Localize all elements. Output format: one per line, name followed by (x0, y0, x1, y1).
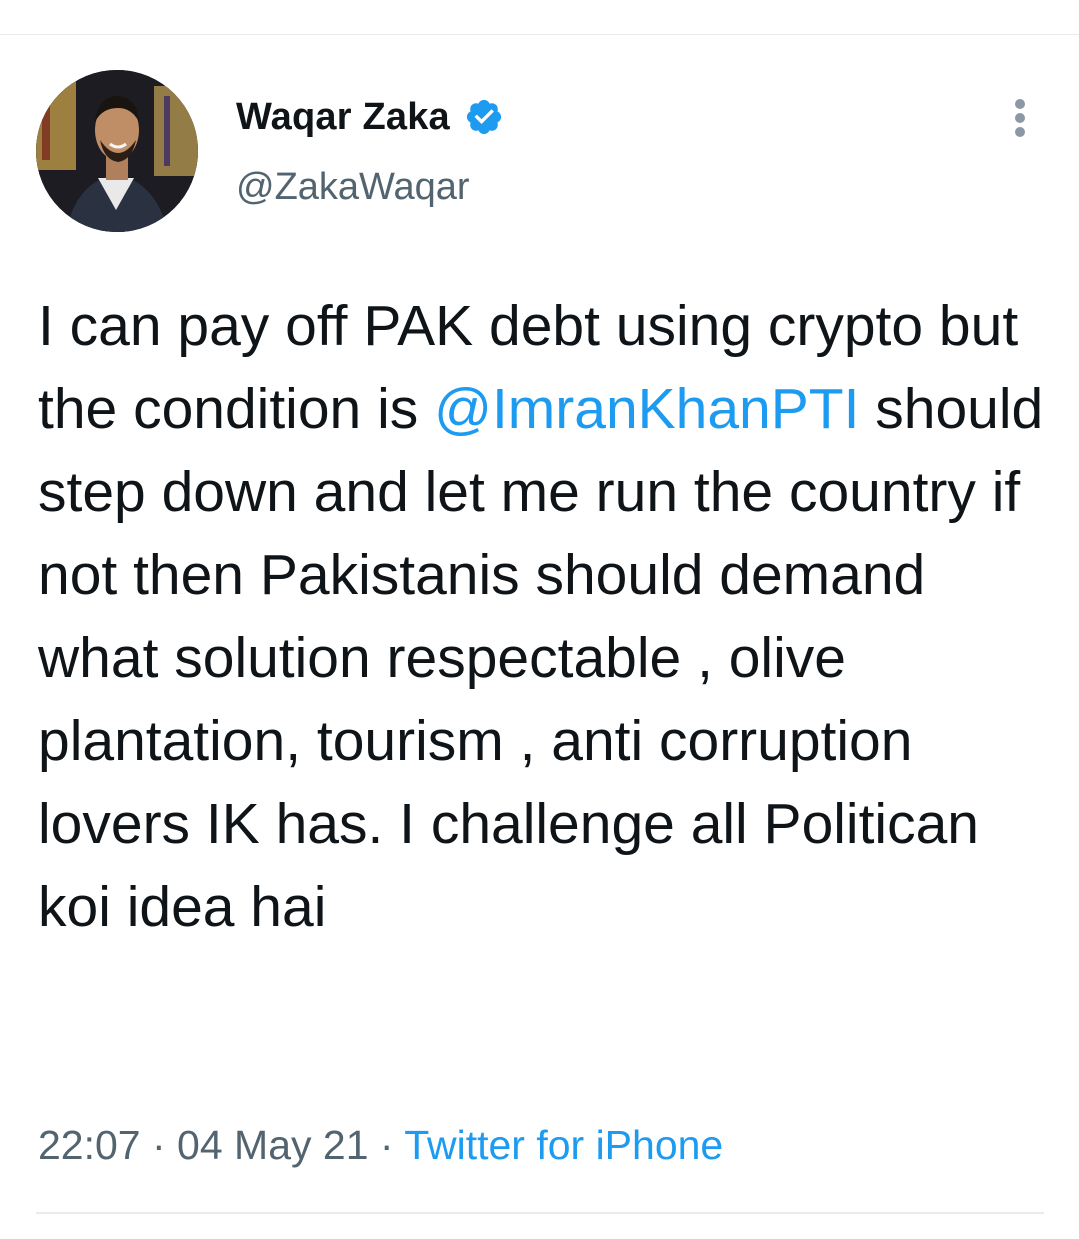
mention-link[interactable]: @ImranKhanPTI (434, 377, 859, 441)
meta-separator: · (140, 1122, 178, 1168)
author-handle[interactable]: @ZakaWaqar (236, 166, 470, 209)
author-display-name[interactable]: Waqar Zaka (236, 96, 450, 139)
meta-separator: · (368, 1122, 405, 1168)
more-vertical-icon-dot-3 (1015, 127, 1025, 137)
tweet-date[interactable]: 04 May 21 (177, 1122, 368, 1168)
top-divider (0, 34, 1079, 35)
more-vertical-icon-dot-2 (1015, 113, 1025, 123)
tweet-metadata: 22:07 · 04 May 21 · Twitter for iPhone (38, 1122, 723, 1169)
tweet-text: I can pay off PAK debt using crypto but … (38, 285, 1048, 949)
more-vertical-icon (1015, 99, 1025, 109)
tweet-time[interactable]: 22:07 (38, 1122, 141, 1168)
author-name-row[interactable]: Waqar Zaka (236, 92, 504, 142)
avatar[interactable] (36, 70, 198, 232)
bottom-divider (36, 1212, 1044, 1214)
more-options-button[interactable] (1002, 96, 1038, 140)
tweet-source-link[interactable]: Twitter for iPhone (404, 1122, 723, 1168)
avatar-photo (36, 70, 198, 232)
verified-badge-icon (466, 99, 501, 135)
tweet-text-part-2: should step down and let me run the coun… (38, 377, 1044, 939)
